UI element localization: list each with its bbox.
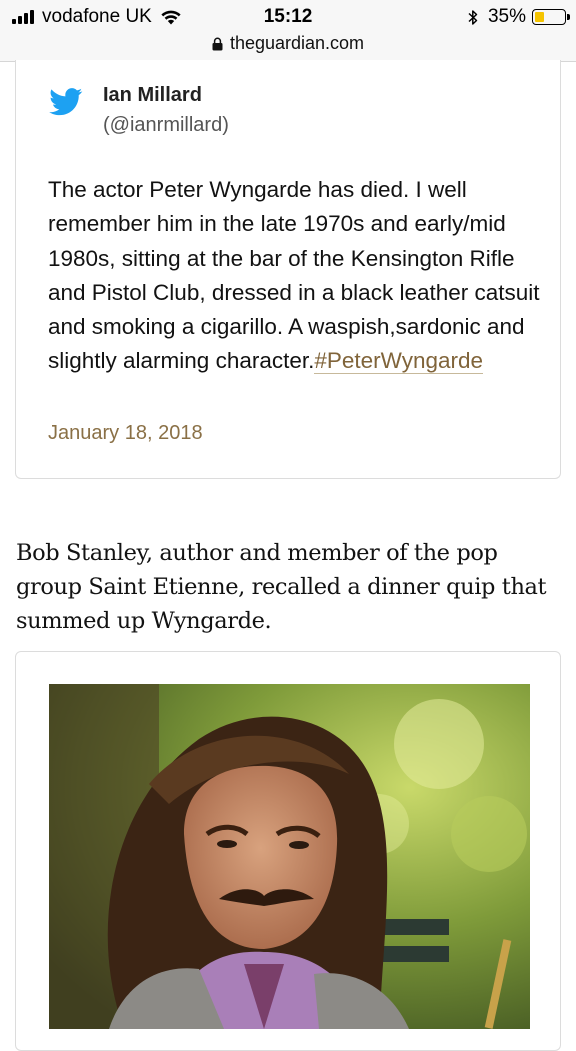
tweet-hashtag-link[interactable]: #PeterWyngarde (314, 348, 484, 375)
battery-icon (532, 9, 570, 25)
portrait-photo (49, 684, 530, 1029)
embedded-tweet[interactable]: Ian Millard (@ianrmillard) The actor Pet… (15, 60, 561, 479)
tweet-body: The actor Peter Wyngarde has died. I wel… (48, 177, 540, 374)
embedded-image-card[interactable] (15, 651, 561, 1051)
article-paragraph: Bob Stanley, author and member of the po… (16, 539, 547, 634)
address-bar[interactable]: theguardian.com (0, 33, 576, 54)
status-right: 35% (468, 6, 570, 28)
tweet-author-name[interactable]: Ian Millard (103, 84, 202, 107)
twitter-bird-icon[interactable] (49, 88, 83, 116)
battery-percent: 35% (487, 6, 526, 27)
tweet-text: The actor Peter Wyngarde has died. I wel… (48, 173, 548, 379)
url-text: theguardian.com (229, 33, 365, 53)
tweet-author-handle[interactable]: (@ianrmillard) (103, 114, 229, 137)
tweet-date-link[interactable]: January 18, 2018 (48, 422, 203, 445)
lock-icon (212, 37, 223, 50)
status-bar: vodafone UK 15:12 35% theguardian.com (0, 0, 576, 62)
bluetooth-icon (468, 9, 478, 25)
portrait-illustration (49, 684, 530, 1029)
